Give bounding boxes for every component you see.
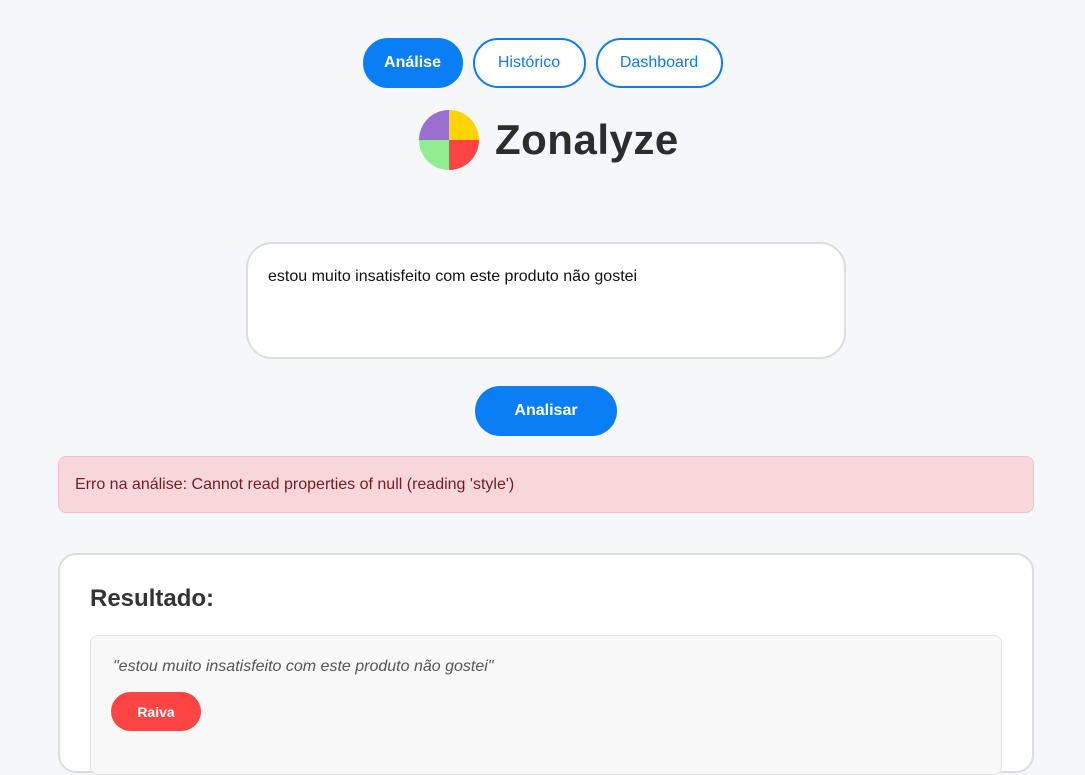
emotion-badge: Raiva [111,692,201,731]
main-nav: Análise Histórico Dashboard [0,38,1085,88]
result-item: "estou muito insatisfeito com este produ… [90,635,1002,775]
tab-analise[interactable]: Análise [362,38,463,88]
zonalyze-logo-icon [419,110,479,170]
brand-header: Zonalyze [419,110,679,170]
result-title: Resultado: [90,585,215,612]
tab-historico[interactable]: Histórico [472,38,586,88]
result-card: Resultado: "estou muito insatisfeito com… [58,553,1034,775]
analyze-button[interactable]: Analisar [475,386,617,436]
text-input-value: estou muito insatisfeito com este produt… [268,268,638,285]
result-quote: "estou muito insatisfeito com este produ… [113,658,494,675]
error-message: Erro na análise: Cannot read properties … [75,475,515,493]
text-input[interactable]: estou muito insatisfeito com este produt… [246,242,846,359]
error-alert: Erro na análise: Cannot read properties … [58,456,1034,513]
app-title: Zonalyze [495,116,679,163]
tab-dashboard[interactable]: Dashboard [595,38,723,88]
